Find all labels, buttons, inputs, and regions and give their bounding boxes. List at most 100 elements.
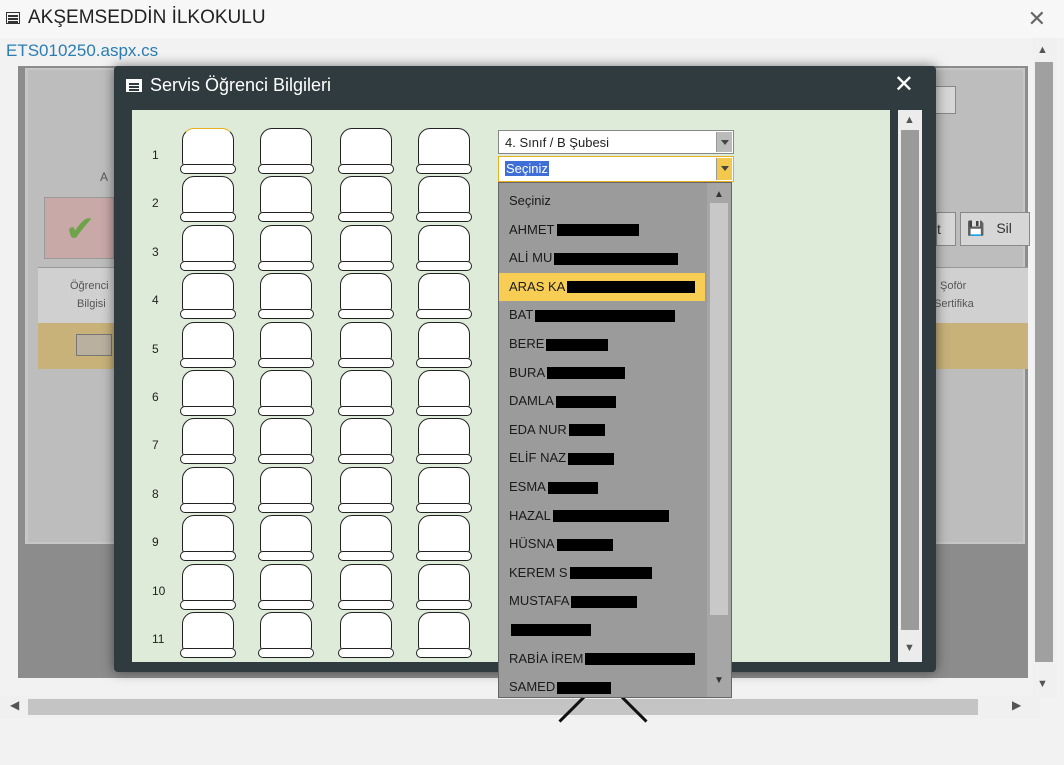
scroll-left-icon[interactable]: ◀ [10, 698, 19, 712]
dialog-scroll-down-icon[interactable]: ▼ [904, 642, 915, 654]
seat-button[interactable] [416, 563, 472, 610]
seat-button[interactable] [416, 273, 472, 320]
seat-button[interactable] [416, 418, 472, 465]
seat-button[interactable] [338, 515, 394, 562]
seat-button[interactable] [180, 418, 236, 465]
dropdown-option[interactable]: HAZAL [499, 502, 705, 531]
seat-base [180, 648, 236, 658]
redaction-bar [568, 452, 615, 465]
hscroll-thumb[interactable] [28, 699, 978, 715]
seat-button[interactable] [258, 176, 314, 223]
student-select[interactable]: Seçiniz [498, 156, 734, 182]
seat-button[interactable] [338, 128, 394, 174]
seat-button[interactable] [258, 224, 314, 271]
seat-button[interactable] [258, 563, 314, 610]
seat-button[interactable] [416, 128, 472, 174]
dropdown-option[interactable] [499, 616, 705, 645]
dropdown-option[interactable]: BURA [499, 359, 705, 388]
dialog-scroll-up-icon[interactable]: ▲ [904, 114, 915, 126]
seat-button[interactable] [338, 321, 394, 368]
dropdown-option[interactable]: RABİA İREM [499, 645, 705, 674]
seat-button[interactable] [180, 612, 236, 658]
seat-button[interactable] [416, 466, 472, 513]
seat-button[interactable] [338, 370, 394, 416]
seat-back [418, 563, 470, 604]
seat-button[interactable] [258, 466, 314, 513]
seat-button[interactable] [338, 273, 394, 320]
seat-button[interactable] [416, 612, 472, 658]
seat-back [260, 418, 312, 459]
scroll-thumb[interactable] [1035, 62, 1053, 662]
seat-button[interactable] [258, 273, 314, 320]
dialog-close-icon[interactable]: ✕ [894, 70, 914, 99]
dialog-scrollbar[interactable]: ▲ ▼ [898, 110, 922, 662]
seat-button[interactable] [416, 321, 472, 368]
page-vertical-scrollbar[interactable]: ▲ ▼ [1033, 38, 1057, 698]
delete-button[interactable]: 💾 Sil [960, 212, 1030, 246]
seat-button[interactable] [180, 224, 236, 271]
dropdown-scroll-thumb[interactable] [710, 203, 728, 615]
seat-button[interactable] [180, 321, 236, 368]
dropdown-option[interactable]: KEREM S [499, 559, 705, 588]
seat-button[interactable] [258, 612, 314, 658]
chevron-down-icon[interactable] [716, 158, 732, 180]
dropdown-option[interactable]: DAMLA [499, 387, 705, 416]
seat-back [418, 176, 470, 217]
seat-button[interactable] [338, 418, 394, 465]
dropdown-option[interactable]: BAT [499, 301, 705, 330]
dropdown-option[interactable]: ESMA [499, 473, 705, 502]
dropdown-option[interactable]: MUSTAFA [499, 587, 705, 616]
seat-button[interactable] [180, 466, 236, 513]
seat-button[interactable] [180, 370, 236, 416]
scroll-right-icon[interactable]: ▶ [1012, 698, 1021, 712]
seat-button[interactable] [180, 128, 236, 174]
seat-button[interactable] [338, 563, 394, 610]
seat-button[interactable] [258, 321, 314, 368]
bg-approve-button[interactable]: ✔ [44, 197, 114, 259]
seat-button[interactable] [338, 224, 394, 271]
dropdown-option[interactable]: BERE [499, 330, 705, 359]
seat-button[interactable] [416, 515, 472, 562]
seat-button[interactable] [338, 466, 394, 513]
window-close-icon[interactable]: ✕ [1028, 6, 1046, 32]
page-horizontal-scrollbar[interactable]: ◀ ▶ [0, 696, 1040, 718]
dropdown-option[interactable]: AHMET [499, 216, 705, 245]
redaction-bar [571, 595, 638, 608]
seat-button[interactable] [258, 128, 314, 174]
seat-button[interactable] [416, 224, 472, 271]
seat-button[interactable] [180, 515, 236, 562]
seat-button[interactable] [258, 418, 314, 465]
seat-row-number: 1 [152, 148, 159, 162]
dropdown-option[interactable]: ALİ MU [499, 244, 705, 273]
dropdown-option[interactable]: ELİF NAZ [499, 444, 705, 473]
seat-button[interactable] [416, 370, 472, 416]
student-dropdown-list[interactable]: Seçiniz AHMET ALİ MU ARAS KA BAT BERE BURA DAML… [498, 182, 732, 698]
dropdown-scroll-down-icon[interactable]: ▼ [714, 675, 724, 686]
dropdown-option[interactable]: HÜSNA [499, 530, 705, 559]
option-label: KEREM S [509, 564, 568, 580]
dialog-scroll-thumb[interactable] [901, 130, 919, 630]
seat-button[interactable] [416, 176, 472, 223]
chevron-down-icon[interactable] [716, 132, 732, 152]
seat-button[interactable] [180, 176, 236, 223]
dropdown-option[interactable]: SAMED [499, 673, 705, 697]
scroll-up-icon[interactable]: ▲ [1037, 44, 1048, 56]
class-select[interactable]: 4. Sınıf / B Şubesi [498, 130, 734, 154]
bg-button-top[interactable] [934, 86, 956, 114]
scroll-down-icon[interactable]: ▼ [1037, 678, 1048, 690]
dropdown-scrollbar[interactable]: ▲ ▼ [707, 183, 731, 697]
seat-button[interactable] [338, 612, 394, 658]
seat-base [338, 551, 394, 562]
dropdown-option[interactable]: EDA NUR [499, 416, 705, 445]
dropdown-option[interactable]: Seçiniz [499, 187, 705, 216]
seat-button[interactable] [338, 176, 394, 223]
seat-button[interactable] [180, 563, 236, 610]
dropdown-scroll-up-icon[interactable]: ▲ [714, 189, 724, 200]
bg-partial-button[interactable]: t [936, 212, 956, 246]
seat-button[interactable] [258, 370, 314, 416]
dropdown-option[interactable]: ARAS KA [499, 272, 705, 302]
seat-button[interactable] [180, 273, 236, 320]
seat-button[interactable] [258, 515, 314, 562]
student-info-icon[interactable] [76, 334, 112, 356]
seat-back [260, 466, 312, 507]
